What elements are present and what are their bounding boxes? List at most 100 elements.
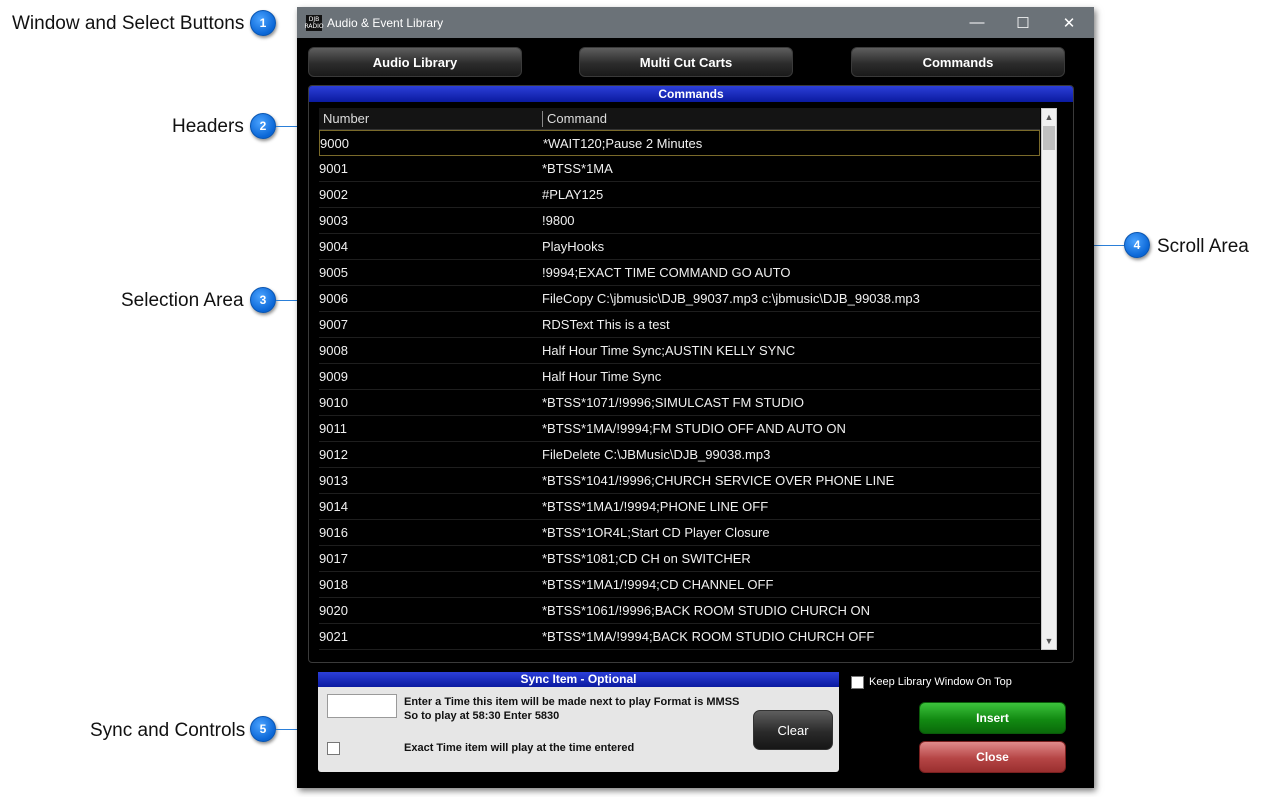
table-row[interactable]: 9001 *BTSS*1MA	[319, 156, 1040, 182]
cell-number: 9011	[319, 421, 347, 436]
insert-button[interactable]: Insert	[919, 702, 1066, 734]
cell-command: *BTSS*1MA	[542, 161, 613, 176]
cell-command: *BTSS*1MA/!9994;BACK ROOM STUDIO CHURCH …	[542, 629, 875, 644]
keep-on-top-label: Keep Library Window On Top	[869, 676, 1012, 688]
table-row[interactable]: 9010 *BTSS*1071/!9996;SIMULCAST FM STUDIO	[319, 390, 1040, 416]
table-row[interactable]: 9005 !9994;EXACT TIME COMMAND GO AUTO	[319, 260, 1040, 286]
cell-number: 9016	[319, 525, 348, 540]
cell-number: 9018	[319, 577, 348, 592]
callout-badge: 2	[250, 113, 276, 139]
callout-badge: 4	[1124, 232, 1150, 258]
cell-number: 9007	[319, 317, 348, 332]
cell-command: #PLAY125	[542, 187, 604, 202]
cell-command: FileCopy C:\jbmusic\DJB_99037.mp3 c:\jbm…	[542, 291, 920, 306]
exact-time-label: Exact Time item will play at the time en…	[404, 742, 635, 754]
cell-command: PlayHooks	[542, 239, 605, 254]
cell-number: 9014	[319, 499, 348, 514]
table-row[interactable]: 9020 *BTSS*1061/!9996;BACK ROOM STUDIO CH…	[319, 598, 1040, 624]
commands-table: Number Command 9000 *WAIT120;Pause 2 Minu…	[319, 108, 1040, 650]
callout-badge: 3	[250, 287, 276, 313]
cell-command: *BTSS*1071/!9996;SIMULCAST FM STUDIO	[542, 395, 805, 410]
cell-command: *BTSS*1MA1/!9994;CD CHANNEL OFF	[542, 577, 774, 592]
column-header-command[interactable]: Command	[547, 111, 607, 126]
cell-number: 9005	[319, 265, 348, 280]
cell-number: 9002	[319, 187, 348, 202]
keep-on-top-checkbox[interactable]	[851, 676, 864, 689]
cell-command: !9800	[542, 213, 575, 228]
cell-command: *BTSS*1081;CD CH on SWITCHER	[542, 551, 751, 566]
callout-label: Scroll Area	[1157, 236, 1249, 257]
table-row[interactable]: 9011 *BTSS*1MA/!9994;FM STUDIO OFF AND AU…	[319, 416, 1040, 442]
vertical-scrollbar[interactable]: ▲ ▼	[1041, 108, 1057, 650]
table-row[interactable]: 9000 *WAIT120;Pause 2 Minutes	[319, 130, 1040, 156]
sync-item-panel: Sync Item - Optional Enter a Time this i…	[318, 672, 839, 772]
cell-command: Half Hour Time Sync	[542, 369, 662, 384]
close-window-button[interactable]: ✕	[1046, 7, 1092, 38]
cell-command: *BTSS*1061/!9996;BACK ROOM STUDIO CHURCH…	[542, 603, 870, 618]
callout-label: Selection Area	[121, 290, 244, 311]
table-header: Number Command	[319, 108, 1040, 130]
table-row[interactable]: 9021 *BTSS*1MA/!9994;BACK ROOM STUDIO CHU…	[319, 624, 1040, 650]
cell-number: 9000	[320, 136, 349, 151]
cell-number: 9013	[319, 473, 348, 488]
cell-number: 9017	[319, 551, 348, 566]
callout-label: Sync and Controls	[90, 720, 246, 741]
tab-commands[interactable]: Commands	[851, 47, 1065, 77]
cell-command: *WAIT120;Pause 2 Minutes	[543, 136, 703, 151]
cell-command: !9994;EXACT TIME COMMAND GO AUTO	[542, 265, 791, 280]
cell-number: 9006	[319, 291, 348, 306]
sync-description: Enter a Time this item will be made next…	[404, 696, 740, 722]
close-button[interactable]: Close	[919, 741, 1066, 773]
cell-command: *BTSS*1MA/!9994;FM STUDIO OFF AND AUTO O…	[542, 421, 846, 436]
table-row[interactable]: 9002 #PLAY125	[319, 182, 1040, 208]
scroll-up-icon[interactable]: ▲	[1042, 109, 1056, 125]
cell-number: 9021	[319, 629, 348, 644]
cell-number: 9008	[319, 343, 348, 358]
sync-item-title: Sync Item - Optional	[318, 672, 839, 687]
cell-command: *BTSS*1041/!9996;CHURCH SERVICE OVER PHO…	[542, 473, 895, 488]
tab-audio-library[interactable]: Audio Library	[308, 47, 522, 77]
table-row[interactable]: 9009 Half Hour Time Sync	[319, 364, 1040, 390]
table-row[interactable]: 9007 RDSText This is a test	[319, 312, 1040, 338]
callout-label: Headers	[172, 116, 244, 137]
cell-command: *BTSS*1OR4L;Start CD Player Closure	[542, 525, 770, 540]
cell-command: FileDelete C:\JBMusic\DJB_99038.mp3	[542, 447, 771, 462]
audio-event-library-window: DJB RADIO Audio & Event Library — ☐ ✕ Au…	[297, 7, 1094, 788]
table-row[interactable]: 9013 *BTSS*1041/!9996;CHURCH SERVICE OVER…	[319, 468, 1040, 494]
panel-title: Commands	[309, 86, 1073, 102]
window-title: Audio & Event Library	[327, 15, 444, 30]
commands-panel: Commands Number Command 9000 *WAIT120;Pau…	[308, 85, 1074, 663]
cell-command: Half Hour Time Sync;AUSTIN KELLY SYNC	[542, 343, 796, 358]
table-row[interactable]: 9014 *BTSS*1MA1/!9994;PHONE LINE OFF	[319, 494, 1040, 520]
table-row[interactable]: 9017 *BTSS*1081;CD CH on SWITCHER	[319, 546, 1040, 572]
clear-button[interactable]: Clear	[753, 710, 833, 750]
cell-number: 9010	[319, 395, 348, 410]
title-bar[interactable]: DJB RADIO Audio & Event Library — ☐ ✕	[297, 7, 1094, 38]
minimize-button[interactable]: —	[954, 7, 1000, 38]
cell-number: 9003	[319, 213, 348, 228]
cell-number: 9020	[319, 603, 348, 618]
column-divider[interactable]	[542, 111, 543, 127]
cell-command: *BTSS*1MA1/!9994;PHONE LINE OFF	[542, 499, 769, 514]
exact-time-checkbox[interactable]	[327, 742, 340, 755]
callout-badge: 1	[250, 10, 276, 36]
callout-label: Window and Select Buttons	[12, 13, 245, 34]
cell-number: 9004	[319, 239, 348, 254]
cell-number: 9009	[319, 369, 348, 384]
sync-time-input[interactable]	[327, 694, 397, 718]
cell-number: 9012	[319, 447, 348, 462]
table-row[interactable]: 9012 FileDelete C:\JBMusic\DJB_99038.mp3	[319, 442, 1040, 468]
table-row[interactable]: 9003 !9800	[319, 208, 1040, 234]
table-row[interactable]: 9006 FileCopy C:\jbmusic\DJB_99037.mp3 c:…	[319, 286, 1040, 312]
scroll-thumb[interactable]	[1043, 126, 1055, 150]
callout-badge: 5	[250, 716, 276, 742]
table-row[interactable]: 9008 Half Hour Time Sync;AUSTIN KELLY SYN…	[319, 338, 1040, 364]
scroll-down-icon[interactable]: ▼	[1042, 633, 1056, 649]
maximize-button[interactable]: ☐	[1000, 7, 1046, 38]
column-header-number[interactable]: Number	[323, 111, 369, 126]
table-row[interactable]: 9018 *BTSS*1MA1/!9994;CD CHANNEL OFF	[319, 572, 1040, 598]
djb-radio-logo-icon: DJB RADIO	[304, 14, 324, 31]
table-row[interactable]: 9004 PlayHooks	[319, 234, 1040, 260]
tab-multi-cut-carts[interactable]: Multi Cut Carts	[579, 47, 793, 77]
table-row[interactable]: 9016 *BTSS*1OR4L;Start CD Player Closure	[319, 520, 1040, 546]
